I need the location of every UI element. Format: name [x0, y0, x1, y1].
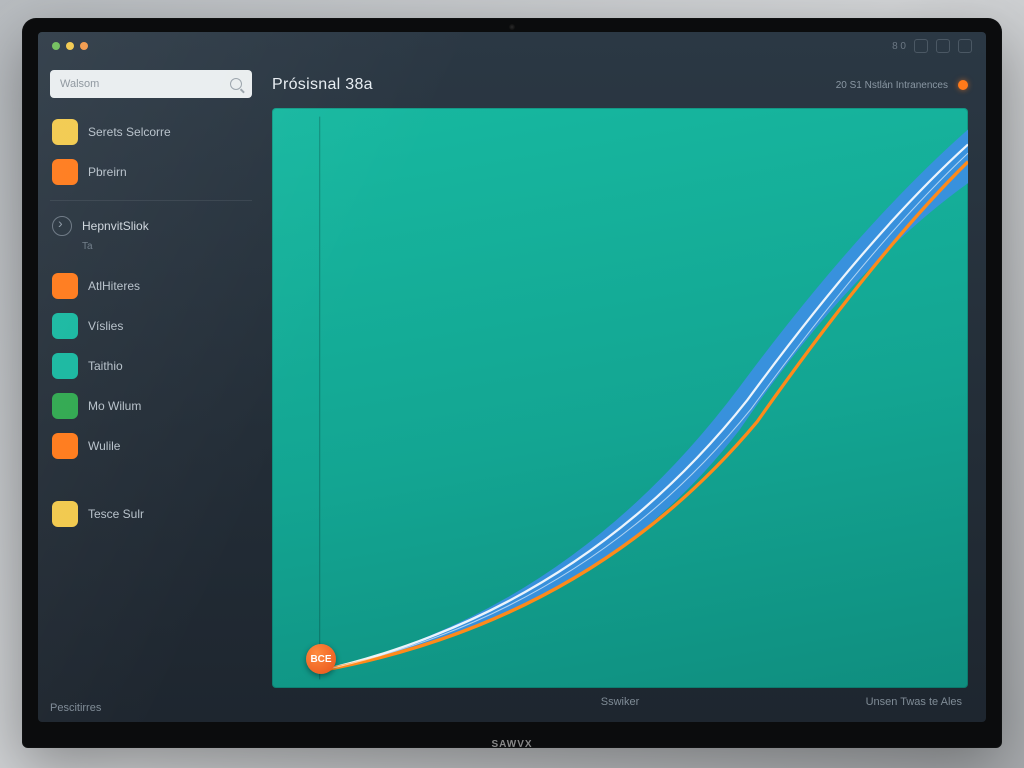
topbar-right-label: 8 0 — [892, 41, 906, 52]
sidebar-extra-item[interactable]: Tesce Sulr — [50, 494, 252, 534]
sidebar-section-sublabel: Ta — [50, 241, 252, 252]
sidebar-item-1[interactable]: Pbreirn — [50, 152, 252, 192]
chart-canvas[interactable]: BCE — [272, 108, 968, 688]
sidebar-group-apps: AtlHiteres Víslies Taithio Mo Wilum — [50, 266, 252, 466]
square-icon — [52, 119, 78, 145]
series-blue — [320, 129, 968, 670]
sidebar-item-0[interactable]: Serets Selcorre — [50, 112, 252, 152]
topbar-icon-1[interactable] — [914, 39, 928, 53]
sidebar-item-label: Serets Selcorre — [88, 125, 171, 139]
footer-center-label: Sswiker — [601, 696, 640, 708]
sidebar: Walsom Serets Selcorre Pbreirn — [38, 60, 264, 722]
sidebar-app-4[interactable]: Wulile — [50, 426, 252, 466]
window-close-dot[interactable] — [52, 42, 60, 50]
sidebar-footer: Pescitirres — [50, 696, 252, 714]
sidebar-section-toggle[interactable]: HepnvitSliok — [50, 209, 252, 243]
window-maximize-dot[interactable] — [80, 42, 88, 50]
sidebar-footer-link[interactable]: Pescitirres — [50, 702, 101, 714]
sidebar-app-1[interactable]: Víslies — [50, 306, 252, 346]
series-white — [320, 145, 968, 671]
square-icon — [52, 501, 78, 527]
sidebar-item-label: AtlHiteres — [88, 279, 140, 293]
chevron-right-icon — [52, 216, 72, 236]
search-placeholder: Walsom — [60, 78, 99, 90]
traffic-lights — [52, 42, 88, 50]
search-input[interactable]: Walsom — [50, 70, 252, 98]
camera-dot — [509, 24, 515, 30]
chart-origin-marker[interactable]: BCE — [306, 644, 336, 674]
sidebar-item-label: Taithio — [88, 359, 123, 373]
sidebar-item-label: Víslies — [88, 319, 123, 333]
sidebar-app-0[interactable]: AtlHiteres — [50, 266, 252, 306]
square-icon — [52, 433, 78, 459]
main-footer: Sswiker Unsen Twas te Ales — [272, 688, 968, 716]
square-icon — [52, 159, 78, 185]
main-panel: Prósisnal 38a 20 S1 Nstlán Intranences — [264, 60, 986, 722]
square-icon — [52, 353, 78, 379]
topbar-icon-3[interactable] — [958, 39, 972, 53]
sidebar-group-primary: Serets Selcorre Pbreirn — [50, 112, 252, 192]
sidebar-section-label: HepnvitSliok — [82, 219, 149, 233]
sidebar-app-2[interactable]: Taithio — [50, 346, 252, 386]
sidebar-item-label: Tesce Sulr — [88, 507, 144, 521]
topbar-icon-2[interactable] — [936, 39, 950, 53]
window-minimize-dot[interactable] — [66, 42, 74, 50]
chart-svg — [272, 108, 968, 688]
footer-right-label: Unsen Twas te Ales — [866, 696, 962, 708]
sidebar-item-label: Wulile — [88, 439, 120, 453]
status-indicator-icon — [958, 80, 968, 90]
sidebar-item-label: Mo Wilum — [88, 399, 141, 413]
square-icon — [52, 393, 78, 419]
window-titlebar: 8 0 — [38, 32, 986, 60]
sidebar-item-label: Pbreirn — [88, 165, 127, 179]
device-brand-label: SAWVX — [491, 739, 532, 750]
page-title: Prósisnal 38a — [272, 76, 373, 94]
app-window: 8 0 Walsom Serets Selcorre — [38, 32, 986, 722]
square-icon — [52, 313, 78, 339]
status-text: 20 S1 Nstlán Intranences — [836, 80, 948, 91]
main-header: Prósisnal 38a 20 S1 Nstlán Intranences — [272, 70, 968, 100]
divider — [50, 200, 252, 201]
laptop-frame: 8 0 Walsom Serets Selcorre — [22, 18, 1002, 748]
search-icon — [230, 78, 242, 90]
marker-label: BCE — [310, 654, 331, 665]
square-icon — [52, 273, 78, 299]
sidebar-app-3[interactable]: Mo Wilum — [50, 386, 252, 426]
